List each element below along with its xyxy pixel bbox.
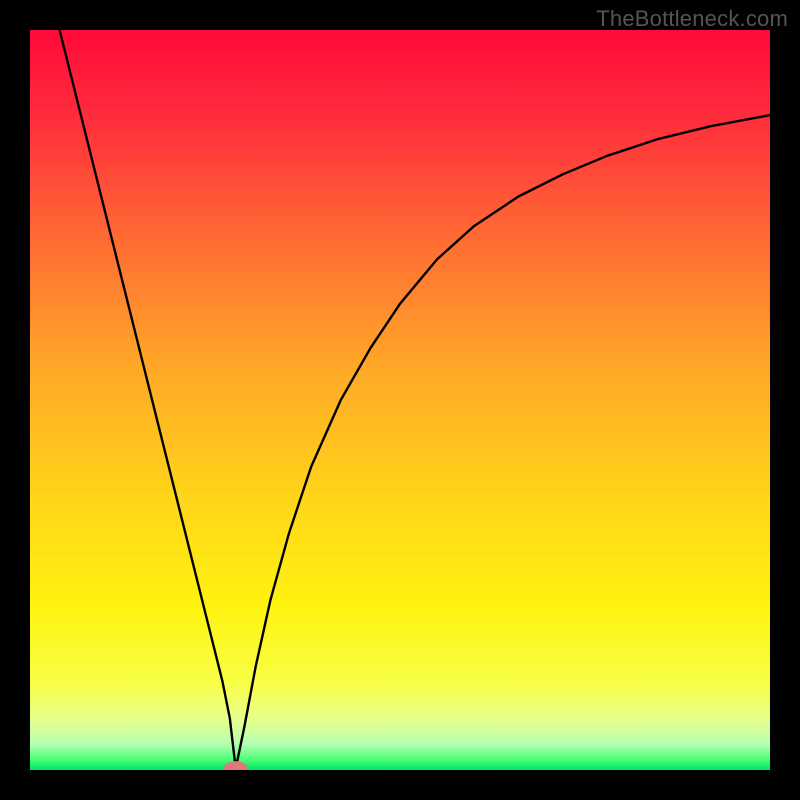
gradient-background bbox=[30, 30, 770, 770]
chart-svg bbox=[30, 30, 770, 770]
plot-area bbox=[30, 30, 770, 770]
watermark-text: TheBottleneck.com bbox=[596, 6, 788, 32]
chart-container: TheBottleneck.com bbox=[0, 0, 800, 800]
